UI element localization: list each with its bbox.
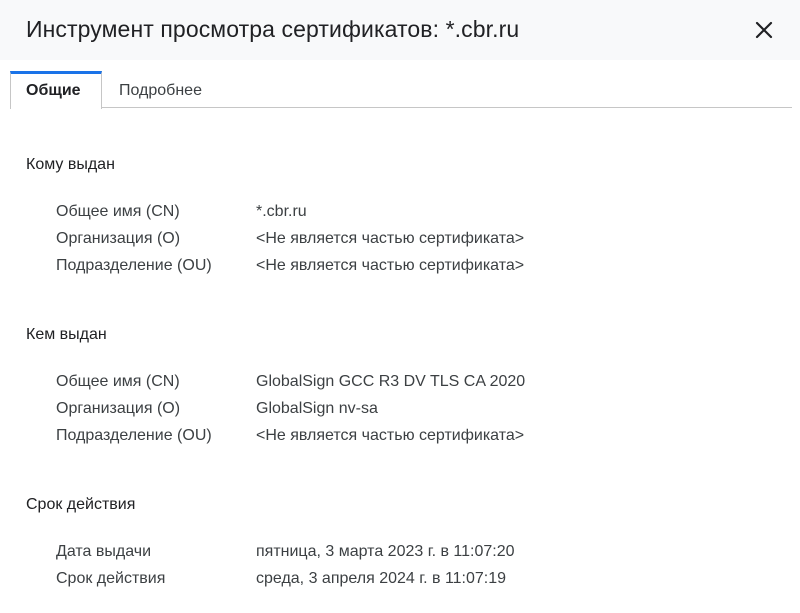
close-button[interactable] [752,18,776,42]
tab-bar: Общие Подробнее [10,71,800,109]
issued-by-o-value: GlobalSign nv-sa [256,400,378,417]
expires-on-label: Срок действия [56,570,166,587]
section-heading-issued-by: Кем выдан [26,326,107,343]
title-bar: Инструмент просмотра сертификатов: *.cbr… [0,0,800,60]
tab-divider [10,107,792,108]
issued-by-o-label: Организация (O) [56,400,181,417]
issued-to-ou-label: Подразделение (OU) [56,257,212,274]
issued-to-cn-value: *.cbr.ru [256,203,307,220]
close-icon [755,21,773,39]
issued-on-value: пятница, 3 марта 2023 г. в 11:07:20 [256,543,515,560]
issued-by-cn-label: Общее имя (CN) [56,373,180,390]
dialog-title: Инструмент просмотра сертификатов: *.cbr… [26,16,520,42]
issued-to-ou-value: <Не является частью сертификата> [256,257,525,274]
issued-by-ou-label: Подразделение (OU) [56,427,212,444]
issued-to-o-label: Организация (O) [56,230,181,247]
section-heading-validity: Срок действия [26,496,136,513]
issued-by-cn-value: GlobalSign GCC R3 DV TLS CA 2020 [256,373,526,390]
certificate-viewer-dialog: Инструмент просмотра сертификатов: *.cbr… [0,0,800,613]
tab-details[interactable]: Подробнее [104,71,217,108]
tab-general[interactable]: Общие [10,71,102,109]
issued-on-label: Дата выдачи [56,543,152,560]
issued-to-o-value: <Не является частью сертификата> [256,230,525,247]
issued-by-ou-value: <Не является частью сертификата> [256,427,525,444]
section-heading-issued-to: Кому выдан [26,156,115,173]
expires-on-value: среда, 3 апреля 2024 г. в 11:07:19 [256,570,507,587]
issued-to-cn-label: Общее имя (CN) [56,203,180,220]
